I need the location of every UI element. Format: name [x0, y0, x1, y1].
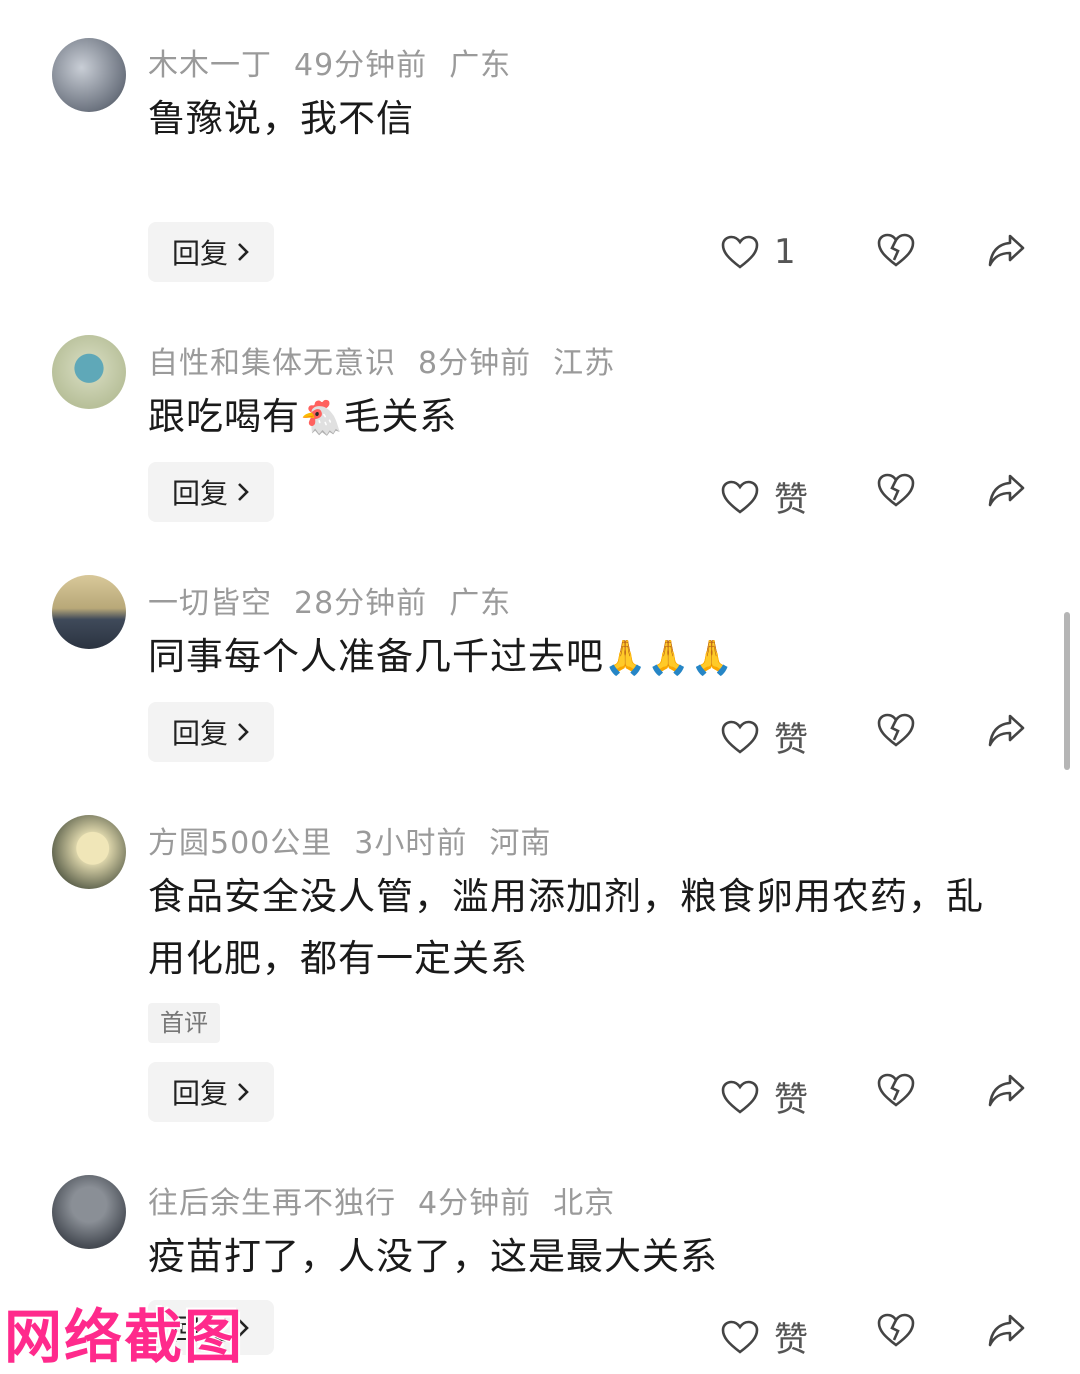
dislike-button[interactable] [876, 710, 916, 750]
first-comment-badge: 首评 [148, 1003, 220, 1043]
comment-text: 鲁豫说，我不信 [148, 97, 414, 140]
dislike-button[interactable] [876, 470, 916, 510]
like-button[interactable]: 赞 [720, 712, 840, 761]
heart-icon [721, 480, 759, 514]
avatar[interactable] [52, 1175, 126, 1249]
comment-text-part: 毛关系 [343, 395, 458, 438]
like-label: 赞 [774, 480, 808, 520]
author-name[interactable]: 一切皆空 [148, 586, 272, 621]
like-count: 1 [774, 232, 796, 272]
heart-icon [721, 235, 759, 269]
share-arrow-icon [988, 474, 1025, 507]
comment-time: 4分钟前 [418, 1186, 532, 1221]
like-button[interactable]: 1 [720, 232, 840, 272]
comment-text: 跟吃喝有🐔毛关系 [148, 386, 1028, 449]
broken-heart-icon [877, 1073, 915, 1107]
avatar[interactable] [52, 38, 126, 112]
chevron-right-icon [238, 1083, 249, 1101]
chevron-right-icon [238, 243, 249, 261]
folded-hands-emoji: 🙏🙏🙏 [604, 638, 735, 678]
share-button[interactable] [986, 230, 1026, 270]
heart-icon [721, 1080, 759, 1114]
author-name[interactable]: 方圆500公里 [148, 826, 332, 861]
comment-text: 疫苗打了，人没了，这是最大关系 [148, 1235, 718, 1278]
avatar[interactable] [52, 335, 126, 409]
comment-meta: 自性和集体无意识 8分钟前 江苏 [148, 338, 637, 382]
author-name[interactable]: 往后余生再不独行 [148, 1186, 396, 1221]
reply-label: 回复 [171, 1077, 228, 1110]
comment-text-part: 跟吃喝有 [148, 395, 300, 438]
reply-button[interactable]: 回复 [148, 702, 274, 762]
like-label: 赞 [774, 720, 808, 760]
share-arrow-icon [988, 1314, 1025, 1347]
share-button[interactable] [986, 1070, 1026, 1110]
reply-label: 回复 [171, 477, 228, 510]
share-arrow-icon [988, 714, 1025, 747]
comment-location: 广东 [449, 586, 512, 621]
broken-heart-icon [877, 233, 915, 267]
share-arrow-icon [988, 234, 1025, 267]
reply-button[interactable]: 回复 [148, 1062, 274, 1122]
reply-button[interactable]: 回复 [148, 222, 274, 282]
author-name[interactable]: 木木一丁 [148, 48, 272, 83]
comment-meta: 往后余生再不独行 4分钟前 北京 [148, 1178, 637, 1222]
comment-time: 49分钟前 [294, 48, 428, 83]
watermark: 网络截图 [4, 1303, 245, 1371]
like-button[interactable]: 赞 [720, 1072, 840, 1121]
share-arrow-icon [988, 1074, 1025, 1107]
like-button[interactable]: 赞 [720, 1312, 840, 1361]
rooster-emoji: 🐔 [300, 398, 344, 438]
comment-text: 同事每个人准备几千过去吧🙏🙏🙏 [148, 626, 1028, 689]
avatar[interactable] [52, 575, 126, 649]
broken-heart-icon [877, 473, 915, 507]
dislike-button[interactable] [876, 230, 916, 270]
comment-text-part: 同事每个人准备几千过去吧 [148, 635, 604, 678]
comment-text: 食品安全没人管，滥用添加剂，粮食卵用农药，乱用化肥，都有一定关系 [148, 875, 984, 980]
avatar[interactable] [52, 815, 126, 889]
comment-location: 河南 [489, 826, 552, 861]
comment-meta: 木木一丁 49分钟前 广东 [148, 40, 533, 84]
share-button[interactable] [986, 1310, 1026, 1350]
comment-location: 广东 [449, 48, 512, 83]
scrollbar[interactable] [1064, 612, 1070, 770]
comment-time: 28分钟前 [294, 586, 428, 621]
comment-location: 江苏 [553, 346, 616, 381]
broken-heart-icon [877, 713, 915, 747]
chevron-right-icon [238, 723, 249, 741]
share-button[interactable] [986, 710, 1026, 750]
comment-meta: 方圆500公里 3小时前 河南 [148, 818, 573, 862]
heart-icon [721, 720, 759, 754]
reply-label: 回复 [171, 237, 228, 270]
chevron-right-icon [238, 483, 249, 501]
comment-location: 北京 [553, 1186, 616, 1221]
share-button[interactable] [986, 470, 1026, 510]
dislike-button[interactable] [876, 1070, 916, 1110]
dislike-button[interactable] [876, 1310, 916, 1350]
comment-time: 8分钟前 [418, 346, 532, 381]
like-button[interactable]: 赞 [720, 472, 840, 521]
comment-time: 3小时前 [354, 826, 468, 861]
comment-meta: 一切皆空 28分钟前 广东 [148, 578, 533, 622]
like-label: 赞 [774, 1080, 808, 1120]
reply-button[interactable]: 回复 [148, 462, 274, 522]
heart-icon [721, 1320, 759, 1354]
broken-heart-icon [877, 1313, 915, 1347]
reply-label: 回复 [171, 717, 228, 750]
author-name[interactable]: 自性和集体无意识 [148, 346, 396, 381]
like-label: 赞 [774, 1320, 808, 1360]
